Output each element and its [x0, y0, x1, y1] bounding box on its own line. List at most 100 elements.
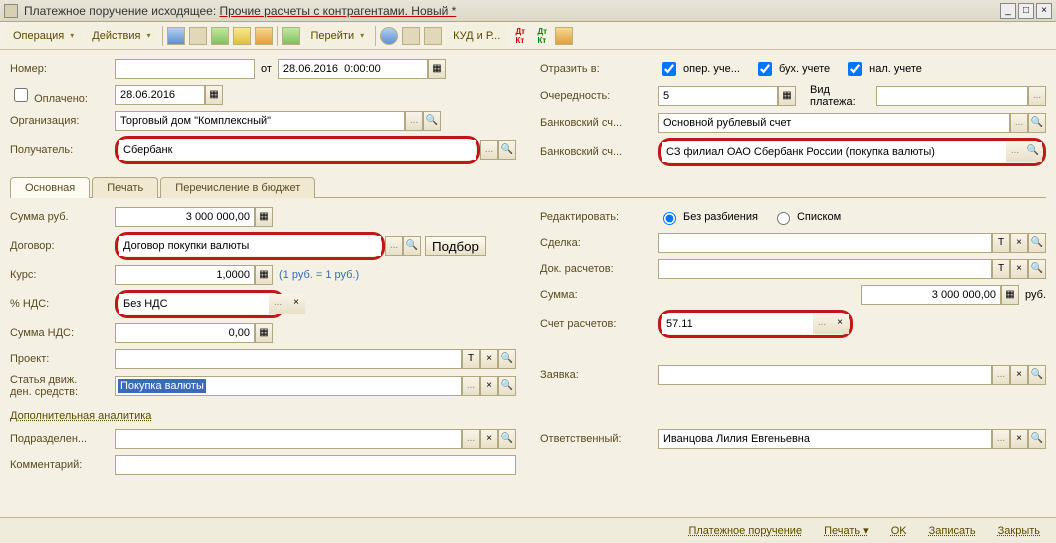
- structure-icon[interactable]: [402, 27, 420, 45]
- vat-pct-input[interactable]: [119, 294, 269, 314]
- goto-menu[interactable]: Перейти: [304, 25, 372, 47]
- resp-input[interactable]: [658, 429, 992, 449]
- edit-nosplit-radio[interactable]: [663, 212, 676, 225]
- resp-clear-icon[interactable]: ×: [1010, 429, 1028, 449]
- maximize-button[interactable]: □: [1018, 3, 1034, 19]
- dept-clear-icon[interactable]: ×: [480, 429, 498, 449]
- podbor-button[interactable]: Подбор: [425, 236, 486, 256]
- request-select-icon[interactable]: ...: [992, 365, 1010, 385]
- sum-rub-calc-icon[interactable]: ▦: [255, 207, 273, 227]
- ok-button[interactable]: OK: [883, 522, 915, 540]
- reflect-nal-checkbox[interactable]: [848, 62, 862, 76]
- operation-menu[interactable]: Операция: [6, 25, 81, 47]
- resp-search-icon[interactable]: 🔍: [1028, 429, 1046, 449]
- order-calc-icon[interactable]: ▦: [778, 86, 796, 106]
- resp-select-icon[interactable]: ...: [992, 429, 1010, 449]
- open-icon[interactable]: [189, 27, 207, 45]
- request-clear-icon[interactable]: ×: [1010, 365, 1028, 385]
- project-input[interactable]: [115, 349, 462, 369]
- bank1-select-icon[interactable]: ...: [1010, 113, 1028, 133]
- bank2-select-icon[interactable]: ...: [1006, 142, 1024, 162]
- paid-checkbox[interactable]: [14, 88, 28, 102]
- deal-input[interactable]: [658, 233, 992, 253]
- request-input[interactable]: [658, 365, 992, 385]
- project-t-icon[interactable]: T: [462, 349, 480, 369]
- help-icon[interactable]: [380, 27, 398, 45]
- project-search-icon[interactable]: 🔍: [498, 349, 516, 369]
- reflect-oper-checkbox[interactable]: [662, 62, 676, 76]
- report-icon[interactable]: [424, 27, 442, 45]
- paytype-select-icon[interactable]: ...: [1028, 86, 1046, 106]
- edit-list-radio[interactable]: [777, 212, 790, 225]
- sum-rub-input[interactable]: [115, 207, 255, 227]
- acct-clear-icon[interactable]: ×: [831, 314, 849, 334]
- docs-input[interactable]: [658, 259, 992, 279]
- vat-sum-input[interactable]: [115, 323, 255, 343]
- post-close-icon[interactable]: [233, 27, 251, 45]
- vat-sum-calc-icon[interactable]: ▦: [255, 323, 273, 343]
- org-search-icon[interactable]: 🔍: [423, 111, 441, 131]
- paid-date-input[interactable]: [115, 85, 205, 105]
- paytype-input[interactable]: [876, 86, 1028, 106]
- bank2-search-icon[interactable]: 🔍: [1024, 142, 1042, 162]
- vat-pct-clear-icon[interactable]: ×: [287, 294, 305, 314]
- kud-button[interactable]: КУД и Р...: [446, 25, 507, 47]
- order-input[interactable]: [658, 86, 778, 106]
- bank2-input[interactable]: [662, 142, 1006, 162]
- close-footer-button[interactable]: Закрыть: [990, 522, 1048, 540]
- dept-select-icon[interactable]: ...: [462, 429, 480, 449]
- minimize-button[interactable]: _: [1000, 3, 1016, 19]
- actions-menu[interactable]: Действия: [85, 25, 157, 47]
- number-input[interactable]: [115, 59, 255, 79]
- paid-calendar-icon[interactable]: ▦: [205, 85, 223, 105]
- comment-input[interactable]: [115, 455, 516, 475]
- rate-input[interactable]: [115, 265, 255, 285]
- article-search-icon[interactable]: 🔍: [498, 376, 516, 396]
- dtkt-green-icon[interactable]: ДтКт: [533, 27, 551, 45]
- t-icon[interactable]: [555, 27, 573, 45]
- dept-search-icon[interactable]: 🔍: [498, 429, 516, 449]
- article-value[interactable]: Покупка валюты: [118, 379, 206, 393]
- contract-search-icon[interactable]: 🔍: [403, 236, 421, 256]
- tab-main[interactable]: Основная: [10, 177, 90, 198]
- reflect-bux-checkbox[interactable]: [758, 62, 772, 76]
- sum-input[interactable]: [861, 285, 1001, 305]
- receiver-input[interactable]: [119, 140, 476, 160]
- dtkt-red-icon[interactable]: ДтКт: [511, 27, 529, 45]
- vat-pct-select-icon[interactable]: ...: [269, 294, 287, 314]
- bank1-input[interactable]: [658, 113, 1010, 133]
- receiver-select-icon[interactable]: ...: [480, 140, 498, 160]
- close-button[interactable]: ×: [1036, 3, 1052, 19]
- docs-t-icon[interactable]: T: [992, 259, 1010, 279]
- deal-clear-icon[interactable]: ×: [1010, 233, 1028, 253]
- rate-calc-icon[interactable]: ▦: [255, 265, 273, 285]
- pp-button[interactable]: Платежное поручение: [680, 522, 810, 540]
- request-search-icon[interactable]: 🔍: [1028, 365, 1046, 385]
- contract-input[interactable]: [119, 236, 381, 256]
- docs-clear-icon[interactable]: ×: [1010, 259, 1028, 279]
- print-button[interactable]: Печать ▾: [816, 521, 877, 540]
- acct-input[interactable]: [662, 314, 813, 334]
- movement-icon[interactable]: [282, 27, 300, 45]
- org-input[interactable]: [115, 111, 405, 131]
- dept-input[interactable]: [115, 429, 462, 449]
- tab-budget[interactable]: Перечисление в бюджет: [160, 177, 315, 198]
- docs-search-icon[interactable]: 🔍: [1028, 259, 1046, 279]
- receiver-search-icon[interactable]: 🔍: [498, 140, 516, 160]
- cancel-post-icon[interactable]: [255, 27, 273, 45]
- deal-t-icon[interactable]: T: [992, 233, 1010, 253]
- contract-select-icon[interactable]: ...: [385, 236, 403, 256]
- article-select-icon[interactable]: ...: [462, 376, 480, 396]
- date-input[interactable]: [278, 59, 428, 79]
- post-icon[interactable]: [211, 27, 229, 45]
- calendar-icon[interactable]: ▦: [428, 59, 446, 79]
- save-button[interactable]: Записать: [921, 522, 984, 540]
- acct-select-icon[interactable]: ...: [813, 314, 831, 334]
- tab-print[interactable]: Печать: [92, 177, 158, 198]
- sum-calc-icon[interactable]: ▦: [1001, 285, 1019, 305]
- extra-section-title[interactable]: Дополнительная аналитика: [10, 410, 1046, 422]
- deal-search-icon[interactable]: 🔍: [1028, 233, 1046, 253]
- project-clear-icon[interactable]: ×: [480, 349, 498, 369]
- bank1-search-icon[interactable]: 🔍: [1028, 113, 1046, 133]
- save-icon[interactable]: [167, 27, 185, 45]
